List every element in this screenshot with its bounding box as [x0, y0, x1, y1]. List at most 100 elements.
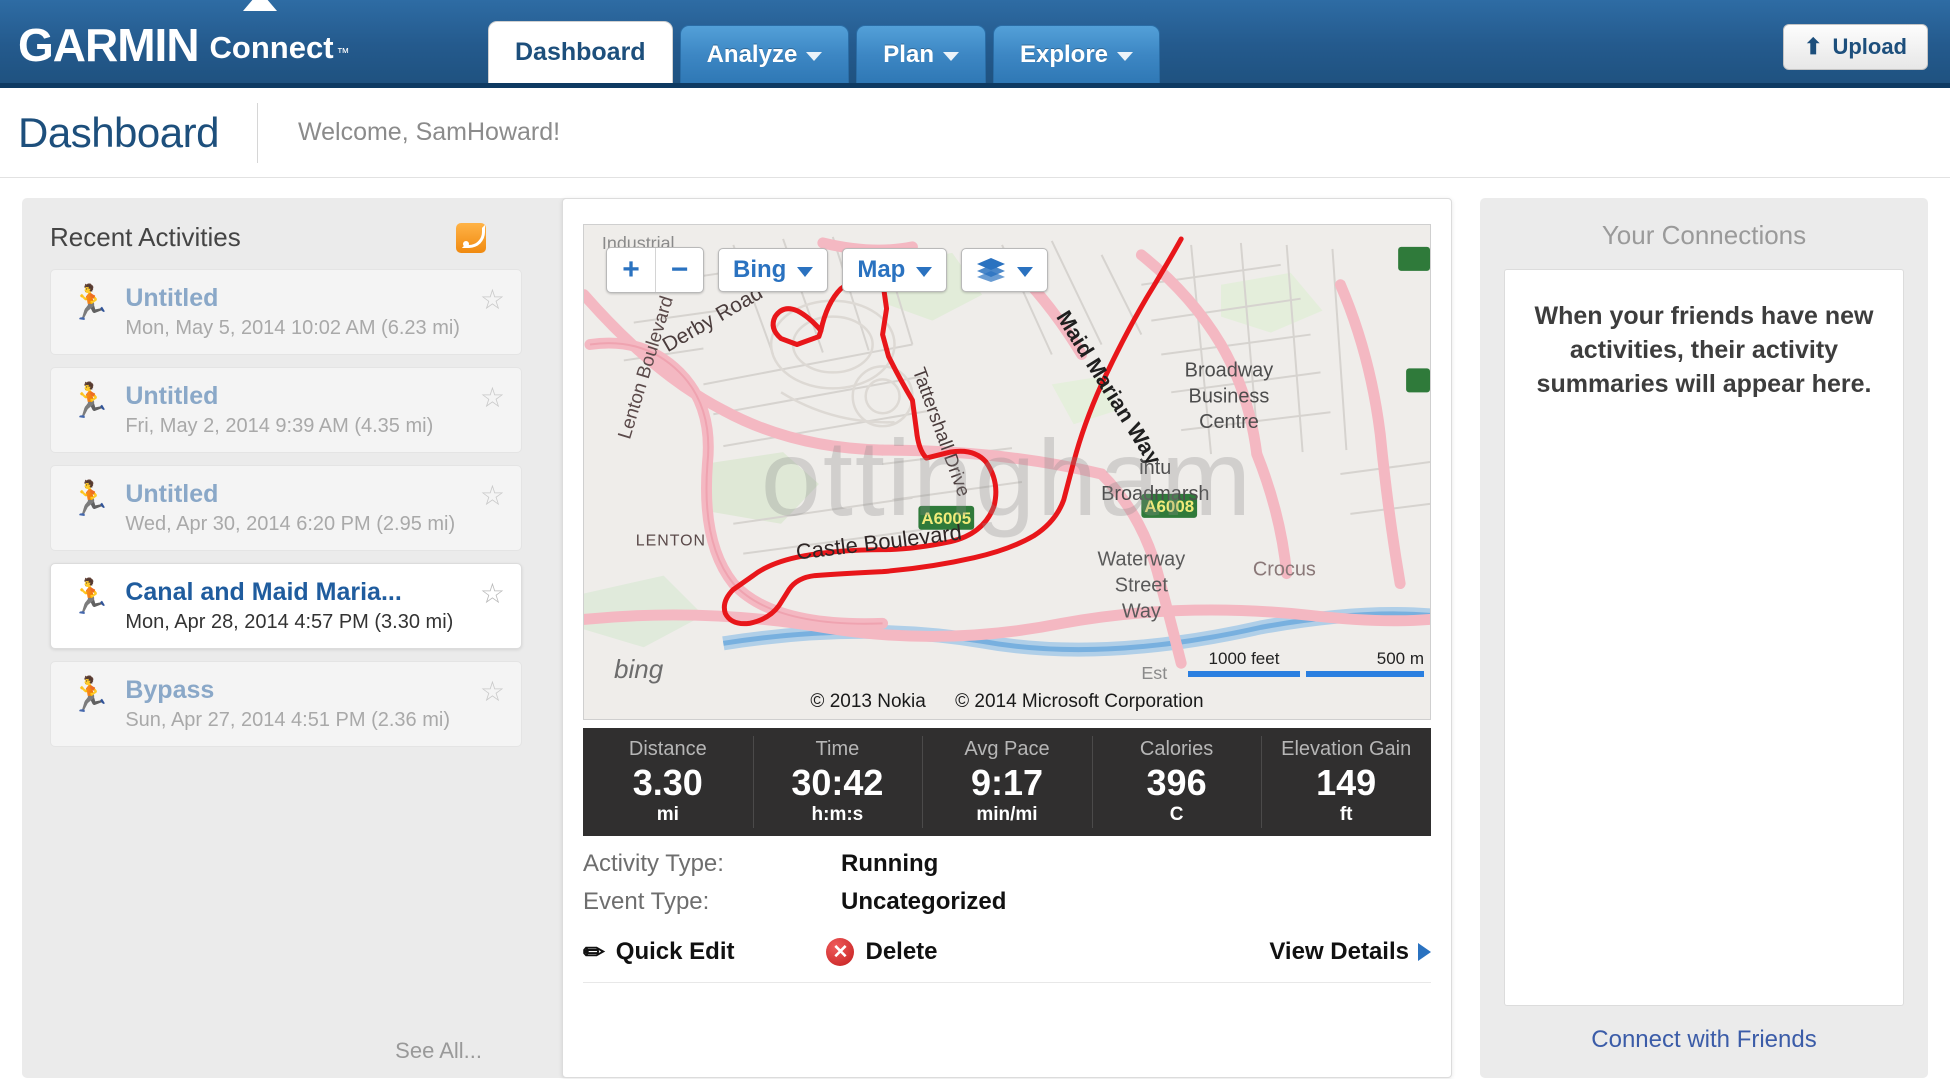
map-view-label: Map — [857, 256, 906, 283]
stat-unit: C — [1169, 804, 1184, 825]
svg-text:Broadway: Broadway — [1185, 359, 1274, 381]
activity-type-row: Activity Type: Running — [583, 850, 1431, 878]
left-column: Recent Activities 🏃 Untitled Mon, May 5, 2… — [22, 198, 1452, 1078]
activity-list-item[interactable]: 🏃 Untitled Wed, Apr 30, 2014 6:20 PM (2.95… — [50, 465, 522, 551]
stat-cell: Distance 3.30 mi — [583, 728, 753, 836]
rss-icon[interactable] — [456, 222, 486, 253]
activity-map[interactable]: A6005 A6008 Lenton Boulevard Derby Road … — [583, 224, 1431, 720]
favorite-star-icon[interactable]: ☆ — [480, 678, 505, 706]
activity-name[interactable]: Untitled — [125, 382, 466, 411]
delete-button[interactable]: ✕ Delete — [826, 938, 938, 966]
activity-date: Wed, Apr 30, 2014 6:20 PM (2.95 mi) — [125, 513, 456, 535]
primary-tabs: Dashboard Analyze Plan Explore — [488, 21, 1161, 83]
quick-edit-label: Quick Edit — [615, 938, 735, 965]
view-details-label: View Details — [1269, 938, 1409, 965]
favorite-star-icon[interactable]: ☆ — [480, 482, 505, 510]
activity-text: Untitled Wed, Apr 30, 2014 6:20 PM (2.95 … — [125, 480, 466, 536]
stat-label: Elevation Gain — [1281, 738, 1412, 760]
stat-label: Avg Pace — [964, 738, 1050, 760]
favorite-star-icon[interactable]: ☆ — [480, 580, 505, 608]
stat-unit: h:m:s — [811, 804, 864, 825]
stat-cell: Avg Pace 9:17 min/mi — [922, 728, 1092, 836]
map-scale-bar: 1000 feet 500 m — [1188, 649, 1424, 677]
map-provider-label: Bing — [733, 256, 787, 283]
tab-dashboard-label: Dashboard — [515, 38, 646, 66]
activity-name[interactable]: Canal and Maid Maria... — [125, 578, 466, 607]
connect-with-friends-link[interactable]: Connect with Friends — [1504, 1026, 1904, 1054]
svg-text:Est: Est — [1141, 663, 1167, 683]
tab-analyze-label: Analyze — [706, 40, 798, 68]
map-view-dropdown[interactable]: Map — [842, 248, 948, 292]
map-layers-dropdown[interactable] — [961, 248, 1049, 292]
event-type-row: Event Type: Uncategorized — [583, 888, 1431, 916]
svg-text:Waterway: Waterway — [1097, 549, 1185, 571]
activity-date: Sun, Apr 27, 2014 4:51 PM (2.36 mi) — [125, 709, 450, 731]
stat-label: Calories — [1139, 738, 1214, 760]
map-zoom-controls: + − — [606, 247, 704, 293]
tab-explore[interactable]: Explore — [992, 25, 1161, 83]
svg-text:Crocus: Crocus — [1253, 559, 1316, 581]
your-connections-panel: Your Connections When your friends have … — [1480, 198, 1928, 1078]
activity-list-item[interactable]: 🏃 Canal and Maid Maria... Mon, Apr 28, 201… — [50, 563, 522, 649]
garmin-connect-logo[interactable]: GARMIN Connect ™ — [18, 0, 350, 68]
activity-name[interactable]: Untitled — [125, 284, 466, 313]
activity-text: Bypass Sun, Apr 27, 2014 4:51 PM (2.36 mi… — [125, 676, 466, 732]
stat-label: Time — [815, 738, 860, 760]
stat-cell: Time 30:42 h:m:s — [752, 728, 923, 836]
map-provider-dropdown[interactable]: Bing — [718, 248, 829, 292]
tab-plan[interactable]: Plan — [856, 25, 986, 83]
view-details-button[interactable]: View Details — [1269, 938, 1431, 966]
upload-button[interactable]: ⬆ Upload — [1783, 24, 1928, 70]
stat-value: 3.30 — [632, 762, 703, 803]
activity-list-item[interactable]: 🏃 Untitled Mon, May 5, 2014 10:02 AM (6.23… — [50, 269, 522, 355]
stat-value: 30:42 — [791, 762, 884, 803]
favorite-star-icon[interactable]: ☆ — [480, 286, 505, 314]
activity-name[interactable]: Bypass — [125, 676, 466, 705]
connections-empty-box: When your friends have new activities, t… — [1504, 269, 1904, 1006]
activity-list-item[interactable]: 🏃 Bypass Sun, Apr 27, 2014 4:51 PM (2.36 m… — [50, 661, 522, 747]
scale-imperial: 1000 feet — [1188, 649, 1300, 677]
stat-cell: Elevation Gain 149 ft — [1261, 728, 1431, 836]
activity-date: Mon, Apr 28, 2014 4:57 PM (3.30 mi) — [125, 611, 454, 633]
see-all-link[interactable]: See All... — [395, 1038, 482, 1064]
connections-empty-message: When your friends have new activities, t… — [1534, 302, 1874, 398]
tab-analyze[interactable]: Analyze — [679, 25, 850, 83]
svg-text:Business: Business — [1189, 385, 1270, 407]
map-controls: + − Bing Map — [606, 247, 1049, 293]
running-icon: 🏃 — [69, 480, 112, 518]
garmin-delta-icon — [243, 0, 277, 11]
main-content: Recent Activities 🏃 Untitled Mon, May 5, 2… — [0, 178, 1950, 1078]
activity-date: Mon, May 5, 2014 10:02 AM (6.23 mi) — [125, 317, 460, 339]
chevron-right-icon — [1418, 943, 1431, 961]
chevron-down-icon — [797, 266, 814, 277]
activity-name[interactable]: Untitled — [125, 480, 466, 509]
stat-value: 9:17 — [970, 762, 1044, 803]
recent-activities-header: Recent Activities — [50, 222, 522, 253]
running-icon: 🏃 — [69, 578, 112, 616]
svg-text:LENTON: LENTON — [636, 533, 706, 550]
map-attribution-nokia: © 2013 Nokia — [810, 691, 926, 712]
activity-type-value: Running — [841, 850, 939, 877]
scale-imperial-bar — [1188, 671, 1300, 677]
zoom-in-button[interactable]: + — [607, 248, 655, 292]
stat-cell: Calories 396 C — [1091, 728, 1262, 836]
activity-list-item[interactable]: 🏃 Untitled Fri, May 2, 2014 9:39 AM (4.35 … — [50, 367, 522, 453]
activity-stats-strip: Distance 3.30 mi Time 30:42 h:m:s Avg Pace 9:17… — [583, 728, 1431, 836]
event-type-value: Uncategorized — [841, 888, 1007, 915]
tab-dashboard[interactable]: Dashboard — [488, 21, 673, 83]
top-navigation-bar: GARMIN Connect ™ Dashboard Analyze Plan … — [0, 0, 1950, 88]
svg-text:Centre: Centre — [1199, 411, 1259, 433]
header-divider — [256, 102, 258, 163]
bing-logo: bing — [614, 654, 664, 684]
quick-edit-button[interactable]: ✏ Quick Edit — [583, 938, 734, 966]
zoom-out-button[interactable]: − — [655, 248, 703, 292]
stat-value: 149 — [1316, 762, 1377, 803]
favorite-star-icon[interactable]: ☆ — [480, 384, 505, 412]
pencil-icon: ✏ — [583, 937, 605, 967]
activity-type-label: Activity Type: — [583, 850, 724, 877]
running-icon: 🏃 — [69, 382, 112, 420]
page-header: Dashboard Welcome, SamHoward! — [0, 88, 1950, 178]
activity-list: 🏃 Untitled Mon, May 5, 2014 10:02 AM (6.23… — [50, 269, 522, 747]
activity-text: Canal and Maid Maria... Mon, Apr 28, 2014… — [125, 578, 466, 634]
svg-text:Broadmarsh: Broadmarsh — [1101, 483, 1209, 505]
